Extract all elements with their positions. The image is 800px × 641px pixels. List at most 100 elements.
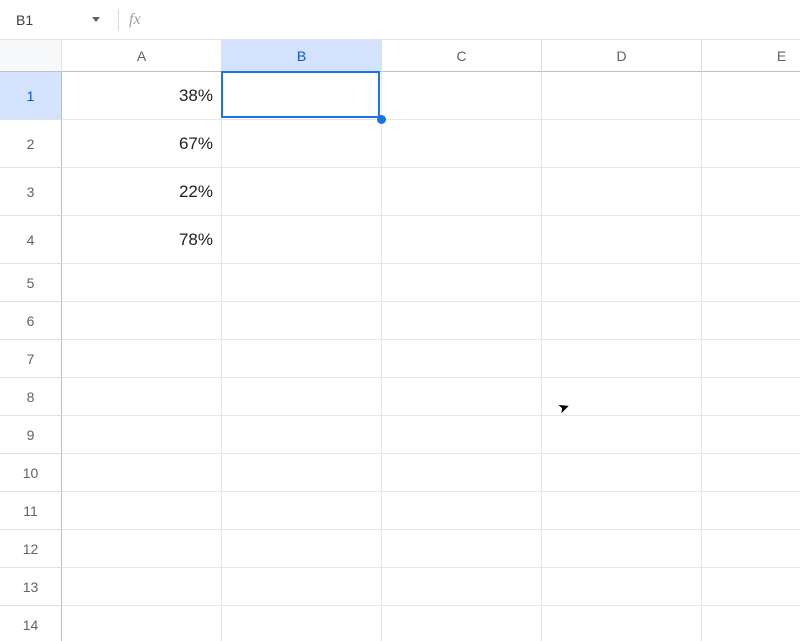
row-header-12[interactable]: 12 xyxy=(0,530,62,568)
cell-b2[interactable] xyxy=(222,120,382,168)
cell-c2[interactable] xyxy=(382,120,542,168)
cell-a5[interactable] xyxy=(62,264,222,302)
cell-a12[interactable] xyxy=(62,530,222,568)
cell-d6[interactable] xyxy=(542,302,702,340)
row-header-3[interactable]: 3 xyxy=(0,168,62,216)
column-header-b[interactable]: B xyxy=(222,40,382,72)
cell-d8[interactable] xyxy=(542,378,702,416)
cell-a3[interactable]: 22% xyxy=(62,168,222,216)
cell-c3[interactable] xyxy=(382,168,542,216)
spreadsheet-grid[interactable]: ABCDE 123456789101112131415 38%67%22%78% xyxy=(0,40,800,641)
cell-a11[interactable] xyxy=(62,492,222,530)
cell-d1[interactable] xyxy=(542,72,702,120)
cell-a4[interactable]: 78% xyxy=(62,216,222,264)
cell-e5[interactable] xyxy=(702,264,800,302)
cell-c8[interactable] xyxy=(382,378,542,416)
cell-a2[interactable]: 67% xyxy=(62,120,222,168)
table-row: 67% xyxy=(62,120,800,168)
row-header-5[interactable]: 5 xyxy=(0,264,62,302)
table-row: 78% xyxy=(62,216,800,264)
column-header-d[interactable]: D xyxy=(542,40,702,72)
cell-b1[interactable] xyxy=(222,72,382,120)
cell-d12[interactable] xyxy=(542,530,702,568)
cell-a8[interactable] xyxy=(62,378,222,416)
select-all-corner[interactable] xyxy=(0,40,62,72)
cells-area[interactable]: 38%67%22%78% xyxy=(62,72,800,641)
cell-d13[interactable] xyxy=(542,568,702,606)
cell-b11[interactable] xyxy=(222,492,382,530)
cell-d9[interactable] xyxy=(542,416,702,454)
cell-e12[interactable] xyxy=(702,530,800,568)
cell-d14[interactable] xyxy=(542,606,702,641)
cell-a9[interactable] xyxy=(62,416,222,454)
cell-c1[interactable] xyxy=(382,72,542,120)
cell-d4[interactable] xyxy=(542,216,702,264)
cell-b12[interactable] xyxy=(222,530,382,568)
cell-c12[interactable] xyxy=(382,530,542,568)
column-header-e[interactable]: E xyxy=(702,40,800,72)
cell-c10[interactable] xyxy=(382,454,542,492)
cell-c9[interactable] xyxy=(382,416,542,454)
cell-b3[interactable] xyxy=(222,168,382,216)
cell-a14[interactable] xyxy=(62,606,222,641)
cell-e11[interactable] xyxy=(702,492,800,530)
cell-d5[interactable] xyxy=(542,264,702,302)
row-header-14[interactable]: 14 xyxy=(0,606,62,641)
row-header-8[interactable]: 8 xyxy=(0,378,62,416)
cell-a10[interactable] xyxy=(62,454,222,492)
row-header-6[interactable]: 6 xyxy=(0,302,62,340)
cell-e14[interactable] xyxy=(702,606,800,641)
column-header-a[interactable]: A xyxy=(62,40,222,72)
cell-e13[interactable] xyxy=(702,568,800,606)
cell-e4[interactable] xyxy=(702,216,800,264)
cell-e10[interactable] xyxy=(702,454,800,492)
cell-d7[interactable] xyxy=(542,340,702,378)
cell-b6[interactable] xyxy=(222,302,382,340)
cell-e9[interactable] xyxy=(702,416,800,454)
row-header-10[interactable]: 10 xyxy=(0,454,62,492)
cell-e3[interactable] xyxy=(702,168,800,216)
cell-c5[interactable] xyxy=(382,264,542,302)
cell-b4[interactable] xyxy=(222,216,382,264)
cell-c13[interactable] xyxy=(382,568,542,606)
table-row xyxy=(62,454,800,492)
cell-e7[interactable] xyxy=(702,340,800,378)
cell-a6[interactable] xyxy=(62,302,222,340)
cell-a7[interactable] xyxy=(62,340,222,378)
cell-d11[interactable] xyxy=(542,492,702,530)
cell-a1[interactable]: 38% xyxy=(62,72,222,120)
cell-b9[interactable] xyxy=(222,416,382,454)
cell-e2[interactable] xyxy=(702,120,800,168)
row-header-1[interactable]: 1 xyxy=(0,72,62,120)
cell-b7[interactable] xyxy=(222,340,382,378)
cell-b13[interactable] xyxy=(222,568,382,606)
cell-e1[interactable] xyxy=(702,72,800,120)
row-header-7[interactable]: 7 xyxy=(0,340,62,378)
cell-d10[interactable] xyxy=(542,454,702,492)
cell-c7[interactable] xyxy=(382,340,542,378)
column-header-c[interactable]: C xyxy=(382,40,542,72)
cell-c6[interactable] xyxy=(382,302,542,340)
cell-e8[interactable] xyxy=(702,378,800,416)
row-header-13[interactable]: 13 xyxy=(0,568,62,606)
cell-d2[interactable] xyxy=(542,120,702,168)
cell-c14[interactable] xyxy=(382,606,542,641)
row-header-9[interactable]: 9 xyxy=(0,416,62,454)
cell-c4[interactable] xyxy=(382,216,542,264)
row-header-4[interactable]: 4 xyxy=(0,216,62,264)
table-row xyxy=(62,416,800,454)
cell-b14[interactable] xyxy=(222,606,382,641)
cell-e6[interactable] xyxy=(702,302,800,340)
cell-a13[interactable] xyxy=(62,568,222,606)
cell-d3[interactable] xyxy=(542,168,702,216)
name-box[interactable]: B1 xyxy=(8,6,108,34)
formula-bar: B1 fx xyxy=(0,0,800,40)
cell-b5[interactable] xyxy=(222,264,382,302)
cell-c11[interactable] xyxy=(382,492,542,530)
row-header-2[interactable]: 2 xyxy=(0,120,62,168)
cell-b8[interactable] xyxy=(222,378,382,416)
formula-input[interactable] xyxy=(149,6,792,34)
fx-icon[interactable]: fx xyxy=(129,11,141,29)
row-header-11[interactable]: 11 xyxy=(0,492,62,530)
cell-b10[interactable] xyxy=(222,454,382,492)
